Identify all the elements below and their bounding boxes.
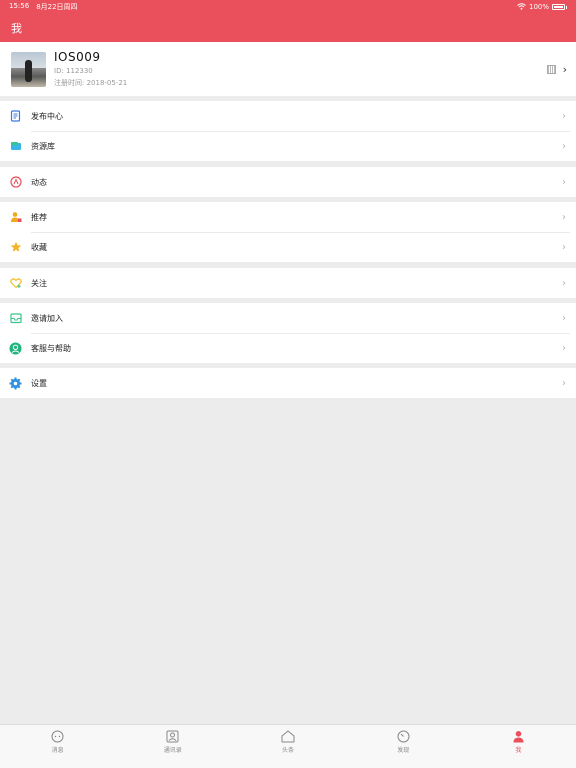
menu-group-invite: 邀请加入 › 客服与帮助 › (0, 303, 576, 363)
tab-bar: 消息 通讯录 头条 发现 我 (0, 724, 576, 768)
menu-label-favorites: 收藏 (31, 242, 47, 252)
chevron-right-icon: › (562, 176, 566, 188)
status-date: 8月22日周四 (36, 3, 78, 11)
user-recommend-icon (9, 211, 22, 224)
menu-item-settings[interactable]: 设置 › (0, 368, 576, 398)
menu-group-publish: 发布中心 › 资源库 › (0, 101, 576, 161)
chevron-right-icon: › (562, 110, 566, 122)
customer-service-icon (9, 342, 22, 355)
status-bar: 15:56 8月22日周四 100% (0, 0, 576, 14)
menu-item-invite[interactable]: 邀请加入 › (0, 303, 576, 333)
wallet-icon (9, 140, 22, 153)
avatar[interactable] (11, 51, 46, 87)
gear-icon (9, 377, 22, 390)
menu-label-publish: 发布中心 (31, 111, 63, 121)
menu-label-recommend: 推荐 (31, 212, 47, 222)
tab-label-contacts: 通讯录 (163, 747, 182, 754)
person-icon (511, 729, 525, 743)
chevron-right-icon: › (562, 277, 566, 289)
profile-registered: 注册时间: 2018-05-21 (54, 79, 128, 87)
tab-discover[interactable]: 发现 (346, 725, 461, 768)
tab-messages[interactable]: 消息 (0, 725, 115, 768)
tab-label-discover: 发现 (397, 747, 410, 754)
moments-icon (9, 176, 22, 189)
qr-code-icon[interactable] (547, 65, 556, 74)
star-icon (9, 241, 22, 254)
inbox-icon (9, 312, 22, 325)
profile-name: IOS009 (54, 50, 101, 64)
menu-item-support[interactable]: 客服与帮助 › (0, 333, 576, 363)
menu-label-dynamic: 动态 (31, 177, 47, 187)
compass-icon (396, 729, 410, 743)
menu-label-support: 客服与帮助 (31, 343, 71, 353)
chevron-right-icon: › (562, 211, 566, 223)
status-time: 15:56 (9, 2, 30, 10)
menu-item-recommend[interactable]: 推荐 › (0, 202, 576, 232)
chat-bubble-icon (51, 729, 65, 743)
battery-icon (552, 4, 565, 10)
chevron-right-icon: › (562, 140, 566, 152)
menu-item-publish[interactable]: 发布中心 › (0, 101, 576, 131)
page-title: 我 (11, 22, 22, 35)
menu-group-dynamic: 动态 › (0, 167, 576, 197)
tab-label-me: 我 (515, 747, 522, 754)
menu-item-library[interactable]: 资源库 › (0, 131, 576, 161)
profile-card[interactable]: IOS009 ID: 112330 注册时间: 2018-05-21 › (0, 42, 576, 96)
tab-me[interactable]: 我 (461, 725, 576, 768)
chevron-right-icon: › (562, 377, 566, 389)
contacts-icon (166, 729, 180, 743)
menu-item-follow[interactable]: 关注 › (0, 268, 576, 298)
tab-label-messages: 消息 (51, 747, 64, 754)
document-edit-icon (9, 110, 22, 123)
tab-label-headlines: 头条 (282, 747, 295, 754)
menu-group-settings: 设置 › (0, 368, 576, 398)
menu-label-follow: 关注 (31, 278, 47, 288)
menu-label-settings: 设置 (31, 378, 47, 388)
home-icon (281, 729, 295, 743)
tab-headlines[interactable]: 头条 (230, 725, 345, 768)
battery-percent: 100% (528, 3, 549, 11)
profile-id: ID: 112330 (54, 67, 93, 75)
tab-contacts[interactable]: 通讯录 (115, 725, 230, 768)
chevron-right-icon: › (562, 63, 567, 76)
menu-group-recommend: 推荐 › 收藏 › (0, 202, 576, 262)
menu-label-library: 资源库 (31, 141, 55, 151)
heart-plus-icon (9, 277, 22, 290)
wifi-icon (517, 2, 526, 12)
menu-item-dynamic[interactable]: 动态 › (0, 167, 576, 197)
nav-bar: 我 (0, 14, 576, 42)
menu-item-favorites[interactable]: 收藏 › (0, 232, 576, 262)
chevron-right-icon: › (562, 312, 566, 324)
menu-group-follow: 关注 › (0, 268, 576, 298)
chevron-right-icon: › (562, 241, 566, 253)
menu-label-invite: 邀请加入 (31, 313, 63, 323)
chevron-right-icon: › (562, 342, 566, 354)
